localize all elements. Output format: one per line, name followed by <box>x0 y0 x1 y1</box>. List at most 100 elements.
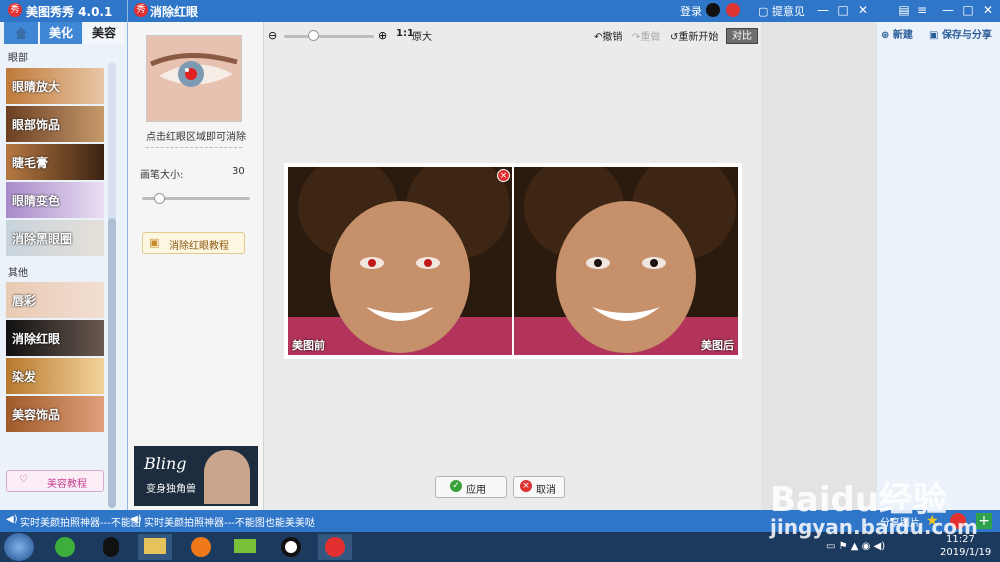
brush-size-slider-knob[interactable] <box>154 193 165 204</box>
save-icon: ▣ <box>929 30 939 41</box>
minimize-button[interactable]: — <box>814 2 832 18</box>
book-icon: ▣ <box>149 236 160 249</box>
feature-label: 美容饰品 <box>12 408 61 422</box>
close-button[interactable]: ✕ <box>854 2 872 18</box>
undo-button[interactable]: ↶撤销 <box>594 28 622 43</box>
tab-beauty[interactable]: 美容 <box>84 22 124 44</box>
clock-date[interactable]: 2019/1/19 <box>940 547 991 558</box>
taskbar-record-icon[interactable] <box>274 534 308 560</box>
weibo-icon[interactable] <box>726 3 740 17</box>
feature-eye-accessory[interactable]: 眼部饰品 <box>6 106 104 142</box>
main-maximize-button[interactable]: □ <box>959 2 977 18</box>
qq-icon[interactable] <box>706 3 720 17</box>
save-share-button[interactable]: ▣ 保存与分享 <box>929 26 992 41</box>
brush-size-value: 30 <box>232 166 245 177</box>
undo-label: 撤销 <box>602 32 623 43</box>
ticker-text-1[interactable]: 实时美颜拍照神器---不能图 <box>20 514 141 529</box>
speaker-icon: ◀) <box>6 514 18 525</box>
original-size-button[interactable]: 原大 <box>412 28 432 43</box>
eye-example-image <box>146 35 242 122</box>
zoom-slider-knob[interactable] <box>308 30 319 41</box>
main-skin-icon[interactable]: ≡ <box>913 2 931 18</box>
tray-icons[interactable]: ▭ ⚑ ▲ ◉ ◀) <box>826 541 885 552</box>
main-close-button[interactable]: ✕ <box>979 2 997 18</box>
new-label: 新建 <box>892 30 913 41</box>
beauty-tutorial-label: 美容教程 <box>47 479 87 490</box>
zoom-in-icon[interactable]: ⊕ <box>378 29 387 42</box>
restart-button[interactable]: ↺重新开始 <box>670 28 718 43</box>
restart-label: 重新开始 <box>678 32 719 43</box>
feature-red-eye[interactable]: 消除红眼 <box>6 320 104 356</box>
feature-label: 消除红眼 <box>12 332 61 346</box>
dialog-title: 消除红眼 <box>150 5 199 19</box>
eye-illustration <box>147 36 241 121</box>
cancel-label: 取消 <box>536 485 556 496</box>
before-photo-image <box>288 167 512 355</box>
cancel-button[interactable]: × 取消 <box>513 476 565 498</box>
ad-subtitle: 变身独角兽 <box>146 484 196 495</box>
beauty-tutorial-button[interactable]: ♡ 美容教程 <box>6 470 104 492</box>
home-tab[interactable] <box>4 22 38 44</box>
taskbar-360-icon[interactable] <box>48 534 82 560</box>
main-minimize-button[interactable]: — <box>939 2 957 18</box>
apply-button[interactable]: ✓ 应用 <box>435 476 507 498</box>
taskbar-explorer-icon[interactable] <box>138 534 172 560</box>
right-panel: ⊕ 新建 ▣ 保存与分享 <box>877 22 1000 510</box>
new-button[interactable]: ⊕ 新建 <box>881 26 913 41</box>
feature-mascara[interactable]: 睫毛膏 <box>6 144 104 180</box>
login-link[interactable]: 登录 <box>680 3 702 19</box>
left-scrollbar-thumb[interactable] <box>108 218 116 508</box>
redeye-tutorial-button[interactable]: ▣ 消除红眼教程 <box>142 232 245 254</box>
taskbar-firefox-icon[interactable] <box>184 534 218 560</box>
zoom-slider[interactable] <box>284 35 374 38</box>
ticker-text-2[interactable]: 实时美颜拍照神器---不能图也能美美哒 <box>144 514 315 529</box>
feedback-link[interactable]: ▢ 提意见 <box>758 3 805 19</box>
hint-text: 点击红眼区域即可消除 <box>146 132 246 143</box>
photo-compare-frame: × 美图前 美图后 <box>284 163 742 359</box>
zoom-out-icon[interactable]: ⊖ <box>268 29 277 42</box>
redeye-tutorial-label: 消除红眼教程 <box>169 241 229 252</box>
speaker-icon-2: ◀) <box>130 514 142 525</box>
hint-divider <box>146 147 242 148</box>
feature-hair-dye[interactable]: 染发 <box>6 358 104 394</box>
heart-hands-icon: ♡ <box>19 474 28 485</box>
ad-banner[interactable]: Bling 变身独角兽 <box>134 446 258 506</box>
dialog-right-gutter <box>761 22 878 510</box>
red-eye-dialog: 秀 消除红眼 登录 ▢ 提意见 — □ ✕ 点击红眼区域即可消除 画笔大小: 3… <box>127 0 878 510</box>
compare-button[interactable]: 对比 <box>726 28 758 44</box>
taskbar-meitu-icon[interactable] <box>318 534 352 560</box>
apply-label: 应用 <box>466 485 486 496</box>
feature-eye-enlarge[interactable]: 眼睛放大 <box>6 68 104 104</box>
redeye-tool-panel: 点击红眼区域即可消除 画笔大小: 30 ▣ 消除红眼教程 Bling 变身独角兽 <box>128 22 264 510</box>
feature-beauty-accessory[interactable]: 美容饰品 <box>6 396 104 432</box>
canvas-area: ⊖ ⊕ 1:1 原大 ↶撤销 ↷重做 ↺重新开始 对比 × 美图前 美图后 ✓ … <box>264 22 761 510</box>
before-photo[interactable]: × 美图前 <box>288 167 512 355</box>
add-share-icon[interactable]: + <box>976 513 992 529</box>
redo-button[interactable]: ↷重做 <box>632 28 660 43</box>
taskbar-qq-icon[interactable] <box>94 534 128 560</box>
feature-eye-color[interactable]: 眼睛变色 <box>6 182 104 218</box>
check-icon: ✓ <box>450 480 462 492</box>
after-photo[interactable]: 美图后 <box>514 167 738 355</box>
start-button[interactable] <box>4 533 34 561</box>
after-caption: 美图后 <box>701 339 734 352</box>
home-icon <box>15 27 27 39</box>
main-menu-icon[interactable]: ▤ <box>895 2 913 18</box>
plus-icon: ⊕ <box>881 30 890 41</box>
feature-lipstick[interactable]: 唇彩 <box>6 282 104 318</box>
close-photo-icon[interactable]: × <box>497 169 510 182</box>
before-caption: 美图前 <box>292 339 325 352</box>
tab-beautify[interactable]: 美化 <box>40 22 82 44</box>
feature-label: 染发 <box>12 370 37 384</box>
canvas-toolbar: ⊖ ⊕ 1:1 原大 ↶撤销 ↷重做 ↺重新开始 对比 <box>264 22 761 48</box>
maximize-button[interactable]: □ <box>834 2 852 18</box>
section-eye-title: 眼部 <box>8 53 28 64</box>
cancel-icon: × <box>520 480 532 492</box>
feature-label: 眼睛放大 <box>12 80 61 94</box>
app-logo-icon: 秀 <box>8 3 22 17</box>
taskbar-media-icon[interactable] <box>228 534 262 560</box>
save-share-label: 保存与分享 <box>941 30 992 41</box>
feature-label: 眼睛变色 <box>12 194 61 208</box>
feature-label: 消除黑眼圈 <box>12 232 73 246</box>
feature-dark-circle[interactable]: 消除黑眼圈 <box>6 220 104 256</box>
